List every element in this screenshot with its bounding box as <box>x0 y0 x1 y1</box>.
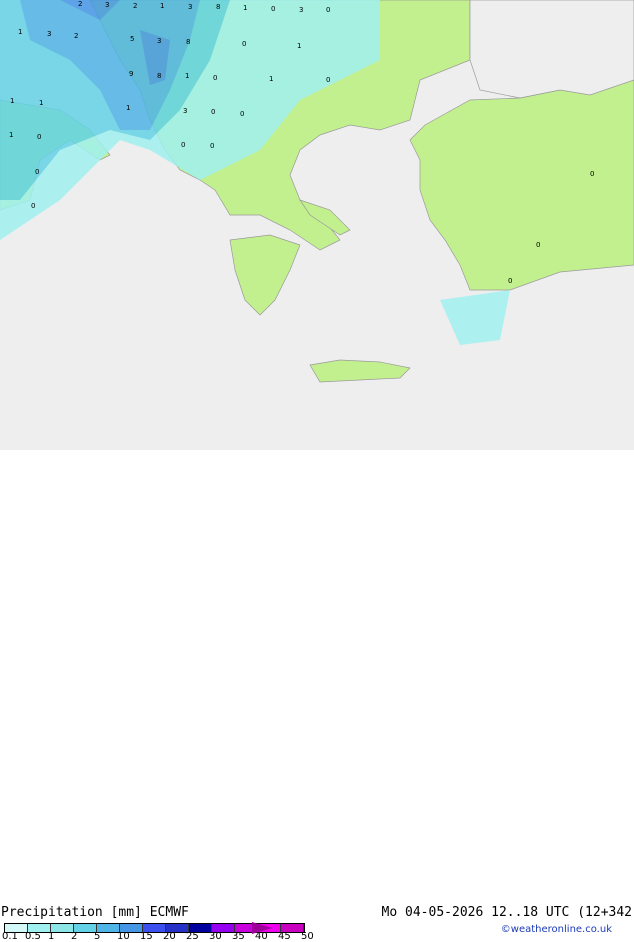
legend-footer: Precipitation [mm] ECMWF Mo 04-05-2026 1… <box>0 450 634 942</box>
map-value: 0 <box>181 141 186 149</box>
tick-label: 1 <box>48 931 55 942</box>
map-value: 0 <box>326 76 331 84</box>
map-value: 3 <box>157 37 162 45</box>
map-value: 5 <box>130 35 135 43</box>
tick-label: 25 <box>186 931 199 942</box>
map-value: 1 <box>39 99 44 107</box>
peloponnese-land <box>229 234 301 316</box>
map-value: 8 <box>216 3 221 11</box>
tick-label: 20 <box>163 931 176 942</box>
map-title: Precipitation [mm] ECMWF <box>1 905 189 920</box>
tick-label: 2 <box>71 931 78 942</box>
map-value: 9 <box>129 70 134 78</box>
map-value: 3 <box>183 107 188 115</box>
tick-label: 50 <box>301 931 314 942</box>
map-value: 0 <box>211 108 216 116</box>
title-text: Precipitation [mm] <box>1 905 142 920</box>
map-value: 3 <box>188 3 193 11</box>
map-value: 1 <box>126 104 131 112</box>
tick-label: 35 <box>232 931 245 942</box>
map-value: 0 <box>210 142 215 150</box>
map-value: 1 <box>243 4 248 12</box>
map-value: 2 <box>78 0 83 8</box>
tick-label: 0.1 <box>2 931 18 942</box>
tick-label: 30 <box>209 931 222 942</box>
map-value: 1 <box>160 2 165 10</box>
map-value: 0 <box>31 202 36 210</box>
map-value: 0 <box>240 110 245 118</box>
precipitation-map[interactable]: 2 3 2 1 3 8 1 0 3 0 1 3 2 5 3 8 0 1 9 8 … <box>0 0 634 450</box>
map-value: 1 <box>10 97 15 105</box>
tick-label: 0.5 <box>25 931 41 942</box>
map-value: 0 <box>590 170 595 178</box>
map-value: 0 <box>213 74 218 82</box>
map-value: 0 <box>37 133 42 141</box>
model-name: ECMWF <box>149 905 189 920</box>
map-value: 2 <box>133 2 138 10</box>
map-canvas <box>0 0 634 383</box>
map-value: 1 <box>185 72 190 80</box>
map-value: 3 <box>299 6 304 14</box>
map-value: 0 <box>35 168 40 176</box>
map-value: 3 <box>47 30 52 38</box>
map-value: 0 <box>536 241 541 249</box>
map-value: 2 <box>74 32 79 40</box>
map-value: 0 <box>271 5 276 13</box>
map-value: 8 <box>157 72 162 80</box>
map-value: 8 <box>186 38 191 46</box>
map-value: 1 <box>18 28 23 36</box>
map-value: 0 <box>508 277 513 285</box>
map-value: 1 <box>9 131 14 139</box>
tick-label: 45 <box>278 931 291 942</box>
map-value: 1 <box>297 42 302 50</box>
tick-label: 40 <box>255 931 268 942</box>
tick-label: 15 <box>140 931 153 942</box>
tick-label: 10 <box>117 931 130 942</box>
black-sea <box>469 0 634 99</box>
map-value: 0 <box>326 6 331 14</box>
copyright-link[interactable]: ©weatheronline.co.uk <box>501 924 612 935</box>
crete-land <box>309 359 411 383</box>
datetime: Mo 04-05-2026 12..18 UTC (12+342 <box>381 905 632 920</box>
map-value: 0 <box>242 40 247 48</box>
map-value: 3 <box>105 1 110 9</box>
tick-label: 5 <box>94 931 101 942</box>
turkey-land <box>409 79 634 291</box>
map-value: 1 <box>269 75 274 83</box>
